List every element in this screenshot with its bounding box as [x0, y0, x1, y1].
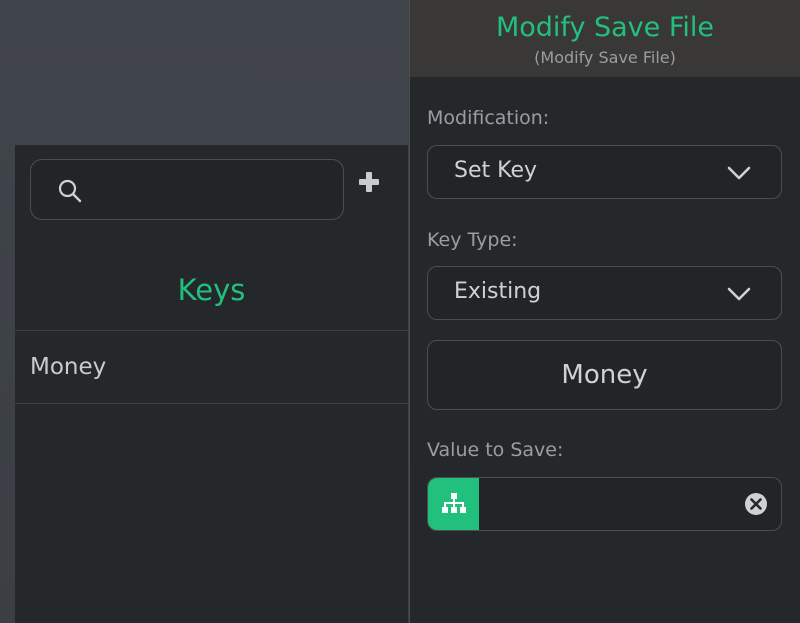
- clear-icon[interactable]: [744, 492, 768, 516]
- keys-panel: Keys Money: [15, 145, 408, 623]
- modify-save-file-panel: Modify Save File (Modify Save File) Modi…: [409, 0, 800, 623]
- hierarchy-icon: [442, 493, 466, 513]
- selected-key-label: Money: [561, 360, 648, 390]
- chevron-down-icon: [727, 287, 751, 301]
- selected-key-button[interactable]: Money: [427, 340, 782, 410]
- panel-title: Modify Save File: [495, 12, 715, 43]
- search-box[interactable]: [30, 159, 344, 220]
- chevron-down-icon: [727, 166, 751, 180]
- search-icon: [58, 179, 82, 203]
- keys-title: Keys: [177, 273, 246, 307]
- editor-stage: Keys Money Modify Save File (Modify Save…: [0, 0, 800, 623]
- add-icon[interactable]: [358, 171, 380, 193]
- keys-list: Money: [15, 330, 408, 404]
- value-to-save-field: [427, 477, 782, 531]
- value-to-save-input[interactable]: [490, 488, 734, 522]
- search-input[interactable]: [93, 170, 337, 212]
- key-list-item[interactable]: Money: [15, 331, 408, 404]
- key-type-dropdown[interactable]: Existing: [427, 266, 782, 320]
- value-type-button[interactable]: [428, 478, 479, 530]
- modification-dropdown[interactable]: Set Key: [427, 145, 782, 199]
- modification-value: Set Key: [454, 158, 538, 183]
- key-type-value: Existing: [454, 279, 542, 304]
- panel-header: Modify Save File (Modify Save File): [410, 0, 800, 77]
- panel-subtitle: (Modify Save File): [534, 48, 676, 67]
- key-type-label: Key Type:: [427, 229, 518, 251]
- key-list-item-label: Money: [30, 354, 107, 380]
- modification-label: Modification:: [427, 107, 550, 129]
- value-to-save-label: Value to Save:: [427, 439, 564, 461]
